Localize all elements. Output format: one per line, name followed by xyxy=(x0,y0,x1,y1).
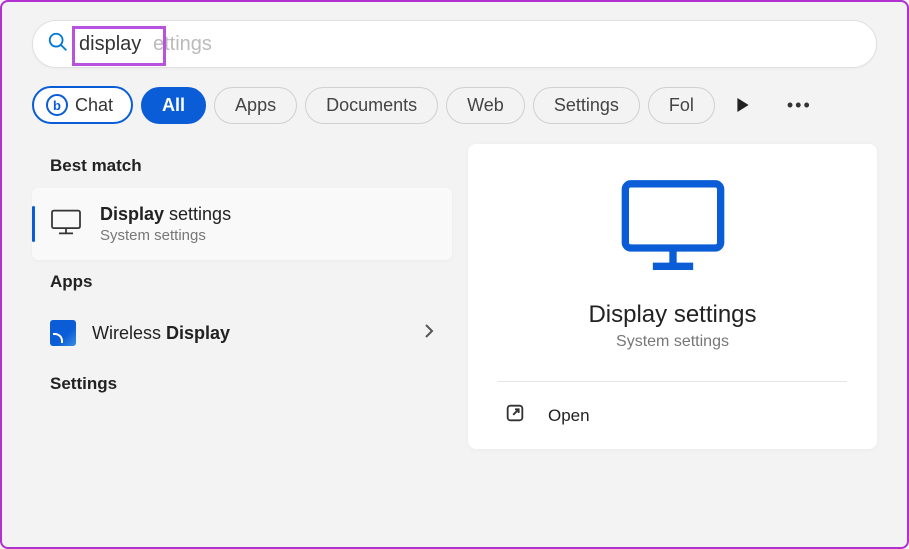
detail-panel: Display settings System settings Open xyxy=(468,144,877,449)
filter-all[interactable]: All xyxy=(141,87,206,124)
result-title: Display settings xyxy=(100,204,231,225)
monitor-icon xyxy=(50,208,82,241)
more-options-button[interactable]: ••• xyxy=(779,87,820,124)
search-icon xyxy=(47,31,69,58)
action-open-label: Open xyxy=(548,406,590,426)
content-area: Best match Display settings System setti… xyxy=(32,144,877,449)
filter-settings[interactable]: Settings xyxy=(533,87,640,124)
filter-row: b Chat All Apps Documents Web Settings F… xyxy=(32,86,877,124)
detail-subtitle: System settings xyxy=(616,333,729,351)
scroll-right-button[interactable] xyxy=(727,89,759,121)
selection-accent xyxy=(32,206,35,242)
monitor-large-icon xyxy=(618,176,728,281)
search-bar[interactable]: ettings xyxy=(32,20,877,68)
open-icon xyxy=(504,402,526,429)
action-open[interactable]: Open xyxy=(498,382,847,449)
chevron-right-icon xyxy=(424,323,434,344)
section-settings: Settings xyxy=(32,362,452,406)
filter-web[interactable]: Web xyxy=(446,87,525,124)
filter-documents[interactable]: Documents xyxy=(305,87,438,124)
search-input[interactable] xyxy=(79,33,862,56)
bing-icon: b xyxy=(46,94,68,116)
detail-title: Display settings xyxy=(588,301,756,329)
result-display-settings[interactable]: Display settings System settings xyxy=(32,188,452,260)
chat-button[interactable]: b Chat xyxy=(32,86,133,124)
chat-label: Chat xyxy=(75,95,113,116)
result-wireless-display[interactable]: Wireless Display xyxy=(32,304,452,362)
app-result-label: Wireless Display xyxy=(92,323,230,344)
result-subtitle: System settings xyxy=(100,227,231,244)
results-list: Best match Display settings System setti… xyxy=(32,144,452,449)
filter-folders[interactable]: Fol xyxy=(648,87,715,124)
cast-icon xyxy=(50,320,76,346)
filter-apps[interactable]: Apps xyxy=(214,87,297,124)
section-best-match: Best match xyxy=(32,144,452,188)
section-apps: Apps xyxy=(32,260,452,304)
